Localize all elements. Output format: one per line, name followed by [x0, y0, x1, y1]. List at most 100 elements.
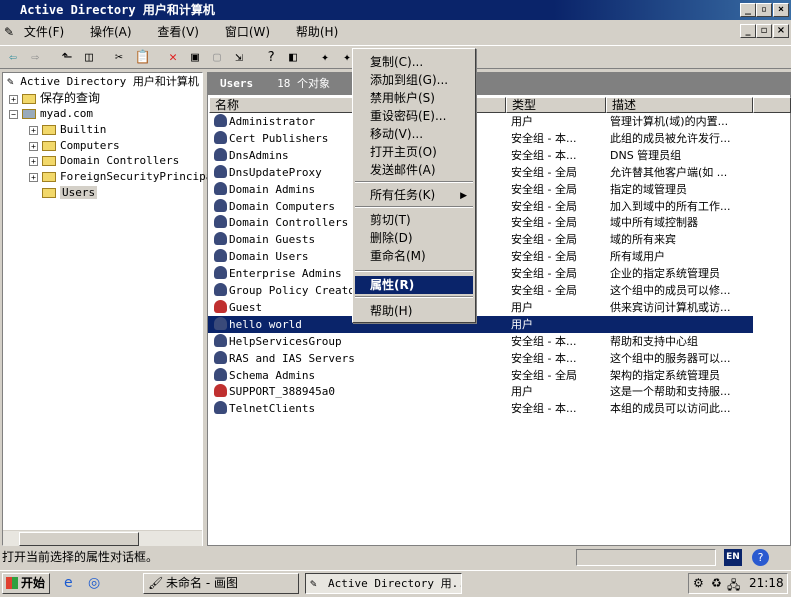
submenu-arrow-icon: ▶	[460, 191, 467, 201]
new-user-icon[interactable]: ✦	[316, 49, 334, 67]
close-button[interactable]: ×	[773, 3, 789, 17]
maximize-button[interactable]: ▫	[756, 3, 772, 17]
column-header-empty	[753, 97, 791, 113]
context-menu-item[interactable]: 剪切(T)	[355, 211, 473, 229]
table-row[interactable]: Enterprise Admins 安全组 - 全局 企业的指定系统管理员	[208, 265, 753, 282]
properties-icon[interactable]: ▣	[186, 49, 204, 67]
cell-type: 安全组 - 全局	[511, 216, 577, 230]
menu-window[interactable]: 窗口(W)	[225, 25, 270, 39]
tree-item-saved-queries[interactable]: + 保存的查询	[9, 90, 100, 106]
cut-icon[interactable]: ✂	[110, 49, 128, 67]
table-row[interactable]: Domain Users 安全组 - 全局 所有域用户	[208, 248, 753, 265]
ie-icon[interactable]: e	[64, 575, 73, 591]
minimize-button[interactable]: _	[740, 3, 756, 17]
context-menu-item[interactable]: 添加到组(G)...	[355, 71, 473, 89]
table-row[interactable]: SUPPORT_388945a0 用户 这是一个帮助和支持服...	[208, 383, 753, 400]
column-header-type[interactable]: 类型	[506, 97, 606, 113]
menu-file[interactable]: 文件(F)	[24, 25, 64, 39]
cell-type: 用户	[511, 115, 533, 128]
menu-help[interactable]: 帮助(H)	[296, 25, 338, 39]
refresh-icon[interactable]: ▢	[208, 49, 226, 67]
cell-name: DnsUpdateProxy	[229, 165, 322, 179]
cell-description: 加入到域中的所有工作...	[610, 199, 731, 213]
table-row[interactable]: TelnetClients 安全组 - 本... 本组的成员可以访问此...	[208, 400, 753, 417]
horizontal-scrollbar[interactable]	[3, 530, 202, 546]
forward-icon[interactable]: ⇨	[26, 49, 44, 67]
title-bar: Active Directory 用户和计算机 _ ▫ ×	[0, 0, 791, 20]
help-icon[interactable]: ?	[262, 49, 280, 67]
child-close-button[interactable]: ×	[773, 24, 789, 38]
table-row[interactable]: Guest 用户 供来宾访问计算机或访...	[208, 299, 753, 316]
tree-item-computers[interactable]: + Computers	[29, 138, 120, 154]
child-minimize-button[interactable]: _	[740, 24, 756, 38]
outlook-express-icon[interactable]: ◎	[88, 575, 100, 591]
taskbar-item-ad[interactable]: ✎ Active Directory 用...	[305, 573, 462, 594]
table-row[interactable]: Group Policy Creator 安全组 - 全局 这个组中的成员可以修…	[208, 282, 753, 299]
tree-root[interactable]: ✎ Active Directory 用户和计算机	[7, 74, 199, 90]
show-action-pane-icon[interactable]: ◧	[284, 49, 302, 67]
tree-item-foreign-security-principals[interactable]: + ForeignSecurityPrincipals	[29, 169, 226, 185]
context-menu-item[interactable]: 打开主页(O)	[355, 143, 473, 161]
table-row[interactable]: hello world 用户	[208, 315, 753, 333]
menu-separator	[355, 296, 473, 298]
menu-action[interactable]: 操作(A)	[90, 25, 132, 39]
cell-description: 指定的域管理员	[610, 182, 687, 196]
menu-view[interactable]: 查看(V)	[157, 25, 199, 39]
app-icon: ✎	[4, 25, 15, 39]
table-row[interactable]: Schema Admins 安全组 - 全局 架构的指定系统管理员	[208, 367, 753, 384]
delete-icon[interactable]: ✕	[164, 49, 182, 67]
cell-type: 用户	[511, 317, 533, 331]
cell-name: Schema Admins	[229, 368, 316, 382]
context-menu-item[interactable]: 禁用帐户(S)	[355, 89, 473, 107]
tray-icon[interactable]: ⚙	[693, 576, 704, 590]
language-indicator[interactable]: EN	[724, 549, 742, 566]
cell-type: 安全组 - 全局	[511, 250, 577, 264]
tree-item-builtin[interactable]: + Builtin	[29, 122, 106, 138]
show-tree-icon[interactable]: ◫	[80, 49, 98, 67]
clock: 21:18	[749, 576, 784, 590]
tray-icon[interactable]: ♻	[711, 576, 722, 590]
table-row[interactable]: DnsUpdateProxy 安全组 - 全局 允许替其他客户端(如 ...	[208, 164, 753, 181]
start-button[interactable]: 开始	[2, 573, 50, 594]
language-help-icon[interactable]: ?	[752, 549, 769, 566]
column-header-description[interactable]: 描述	[606, 97, 753, 113]
cell-name: Domain Controllers	[229, 216, 349, 230]
context-menu-item[interactable]: 移动(V)...	[355, 125, 473, 143]
context-menu-item[interactable]: 属性(R)	[355, 276, 473, 294]
table-row[interactable]: RAS and IAS Servers 安全组 - 本... 这个组中的服务器可…	[208, 350, 753, 367]
context-menu-item[interactable]: 帮助(H)	[355, 302, 473, 320]
taskbar-item-paint[interactable]: 🖌 未命名 - 画图	[143, 573, 299, 594]
context-menu-item[interactable]: 所有任务(K)	[355, 186, 473, 204]
cell-type: 安全组 - 本...	[511, 402, 577, 416]
context-menu-item[interactable]: 复制(C)...	[355, 53, 473, 71]
context-menu-item[interactable]: 发送邮件(A)	[355, 161, 473, 179]
cell-name: HelpServicesGroup	[229, 334, 342, 348]
scrollbar-thumb[interactable]	[19, 532, 139, 546]
context-menu-item[interactable]: 重命名(M)	[355, 247, 473, 265]
cell-type: 安全组 - 本...	[511, 351, 577, 365]
context-menu-item[interactable]: 删除(D)	[355, 229, 473, 247]
table-row[interactable]: Domain Controllers 安全组 - 全局 域中所有域控制器	[208, 214, 753, 231]
tree-item-domain-controllers[interactable]: + Domain Controllers	[29, 153, 179, 169]
cell-type: 安全组 - 全局	[511, 233, 577, 247]
back-icon[interactable]: ⇦	[4, 49, 22, 67]
cell-name: SUPPORT_388945a0	[229, 385, 335, 399]
table-row[interactable]: HelpServicesGroup 安全组 - 本... 帮助和支持中心组	[208, 333, 753, 350]
tree-item-domain[interactable]: − myad.com	[9, 106, 93, 122]
export-icon[interactable]: ⇲	[230, 49, 248, 67]
paste-icon[interactable]: 📋	[134, 49, 152, 67]
context-menu-item[interactable]: 重设密码(E)...	[355, 107, 473, 125]
table-row[interactable]: Domain Admins 安全组 - 全局 指定的域管理员	[208, 181, 753, 198]
cell-type: 安全组 - 本...	[511, 131, 577, 145]
windows-logo-icon	[6, 577, 18, 589]
up-folder-icon[interactable]: ⬑	[58, 49, 76, 67]
table-row[interactable]: Cert Publishers 安全组 - 本... 此组的成员被允许发行...	[208, 130, 753, 147]
tree-item-users[interactable]: Users	[42, 185, 98, 201]
table-row[interactable]: Administrator 用户 管理计算机(域)的内置...	[208, 113, 753, 130]
taskbar: 开始 e ◎ 🖌 未命名 - 画图 ✎ Active Directory 用... …	[0, 570, 791, 594]
child-restore-button[interactable]: ▫	[756, 24, 772, 38]
cell-description: 管理计算机(域)的内置...	[610, 115, 729, 128]
table-row[interactable]: Domain Guests 安全组 - 全局 域的所有来宾	[208, 231, 753, 248]
table-row[interactable]: Domain Computers 安全组 - 全局 加入到域中的所有工作...	[208, 198, 753, 215]
table-row[interactable]: DnsAdmins 安全组 - 本... DNS 管理员组	[208, 147, 753, 164]
